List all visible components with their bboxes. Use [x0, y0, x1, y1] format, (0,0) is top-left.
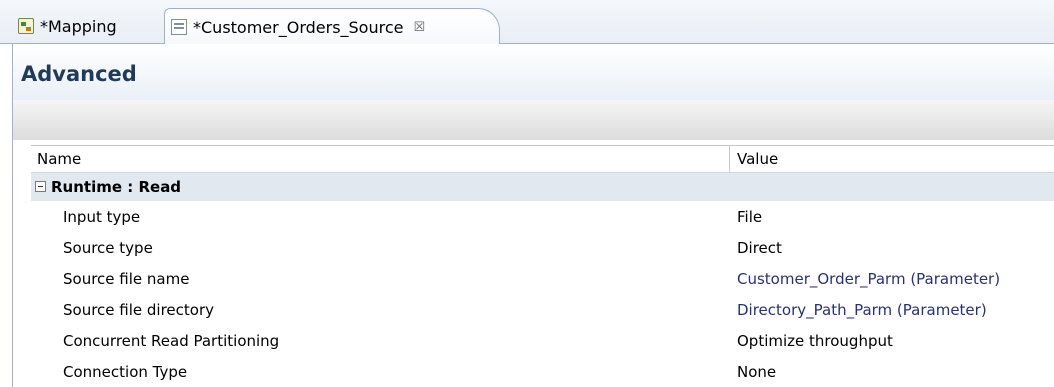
column-header-name[interactable]: Name [37, 150, 81, 168]
property-name: Source file directory [63, 300, 215, 319]
property-value-parameter[interactable]: Directory_Path_Parm (Parameter) [737, 301, 987, 319]
property-value[interactable]: None [737, 363, 776, 381]
table-row[interactable]: Source file name Customer_Order_Parm (Pa… [31, 263, 1054, 294]
tab-customer-orders-source[interactable]: *Customer_Orders_Source ☒ [164, 8, 500, 45]
source-file-icon [171, 19, 187, 35]
mapping-icon [18, 18, 34, 34]
property-name: Input type [63, 207, 141, 226]
column-divider[interactable] [729, 146, 730, 173]
property-name: Concurrent Read Partitioning [63, 331, 280, 350]
close-tab-icon[interactable]: ☒ [413, 21, 425, 34]
table-row[interactable]: Source type Direct [31, 232, 1054, 263]
property-name: Connection Type [63, 362, 188, 381]
property-value[interactable]: File [737, 208, 762, 226]
table-row[interactable]: Connection Type None [31, 356, 1054, 387]
tab-mapping-label: *Mapping [40, 16, 117, 36]
tab-source-label: *Customer_Orders_Source [193, 17, 404, 37]
collapse-icon[interactable] [35, 181, 46, 192]
table-header-row: Name Value [31, 146, 1054, 173]
group-row-runtime-read[interactable]: Runtime : Read [31, 173, 1054, 201]
properties-editor: Advanced Name Value Runtime : Read Input… [12, 44, 1054, 387]
property-name: Source file name [63, 269, 190, 288]
property-value-parameter[interactable]: Customer_Order_Parm (Parameter) [737, 270, 1000, 288]
editor-tab-bar: *Mapping *Customer_Orders_Source ☒ [0, 0, 1054, 45]
column-header-value[interactable]: Value [737, 150, 778, 168]
property-value[interactable]: Optimize throughput [737, 332, 893, 350]
table-row[interactable]: Input type File [31, 201, 1054, 232]
section-header: Advanced [13, 44, 1054, 100]
properties-table: Name Value Runtime : Read Input type Fil… [31, 145, 1054, 387]
tab-mapping[interactable]: *Mapping [12, 8, 160, 44]
editor-window: *Mapping *Customer_Orders_Source ☒ Advan… [0, 0, 1054, 387]
table-row[interactable]: Concurrent Read Partitioning Optimize th… [31, 325, 1054, 356]
section-toolbar [13, 100, 1054, 140]
property-name: Source type [63, 238, 153, 257]
table-row[interactable]: Source file directory Directory_Path_Par… [31, 294, 1054, 325]
group-label: Runtime : Read [51, 178, 182, 196]
property-value[interactable]: Direct [737, 239, 782, 257]
section-title: Advanced [21, 62, 137, 86]
